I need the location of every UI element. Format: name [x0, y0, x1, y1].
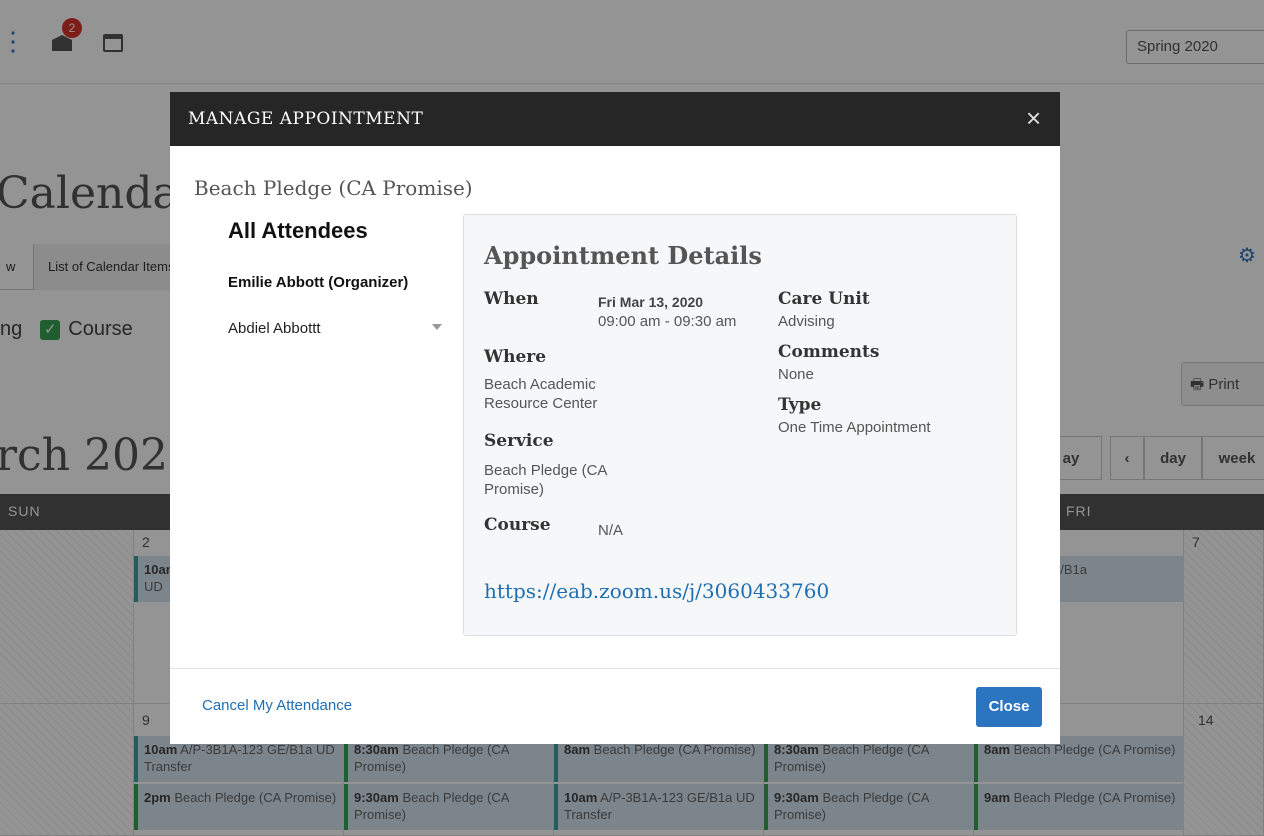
zoom-meeting-link[interactable]: https://eab.zoom.us/j/3060433760: [484, 579, 829, 603]
care-unit-value: Advising: [778, 313, 835, 330]
when-date: Fri Mar 13, 2020: [598, 294, 704, 310]
appointment-details-panel: Appointment Details When Fri Mar 13, 202…: [463, 214, 1017, 636]
attendees-heading: All Attendees: [228, 218, 368, 243]
when-time: 09:00 am - 09:30 am: [598, 313, 737, 330]
comments-label: Comments: [778, 342, 880, 362]
modal-title: MANAGE APPOINTMENT: [188, 109, 424, 129]
service-label: Service: [484, 431, 554, 451]
course-label: Course: [484, 515, 551, 535]
course-value: N/A: [598, 522, 624, 539]
manage-appointment-modal: MANAGE APPOINTMENT × Beach Pledge (CA Pr…: [170, 92, 1060, 744]
chevron-down-icon[interactable]: [432, 324, 442, 330]
when-label: When: [484, 289, 539, 309]
type-label: Type: [778, 395, 822, 415]
appointment-title: Beach Pledge (CA Promise): [194, 176, 473, 200]
service-value: Beach Pledge (CA Promise): [484, 462, 607, 498]
attendee-name[interactable]: Abdiel Abbottt: [228, 320, 321, 337]
comments-value: None: [778, 366, 814, 383]
cancel-attendance-link[interactable]: Cancel My Attendance: [202, 697, 352, 714]
organizer-name: Emilie Abbott (Organizer): [228, 274, 409, 291]
modal-footer: Cancel My Attendance Close: [170, 668, 1060, 744]
details-heading: Appointment Details: [484, 241, 762, 270]
where-label: Where: [484, 347, 547, 367]
where-value: Beach Academic Resource Center: [484, 376, 598, 412]
modal-header: MANAGE APPOINTMENT ×: [170, 92, 1060, 146]
close-button[interactable]: Close: [976, 687, 1042, 727]
type-value: One Time Appointment: [778, 419, 931, 436]
care-unit-label: Care Unit: [778, 289, 870, 309]
close-icon[interactable]: ×: [1026, 104, 1052, 132]
